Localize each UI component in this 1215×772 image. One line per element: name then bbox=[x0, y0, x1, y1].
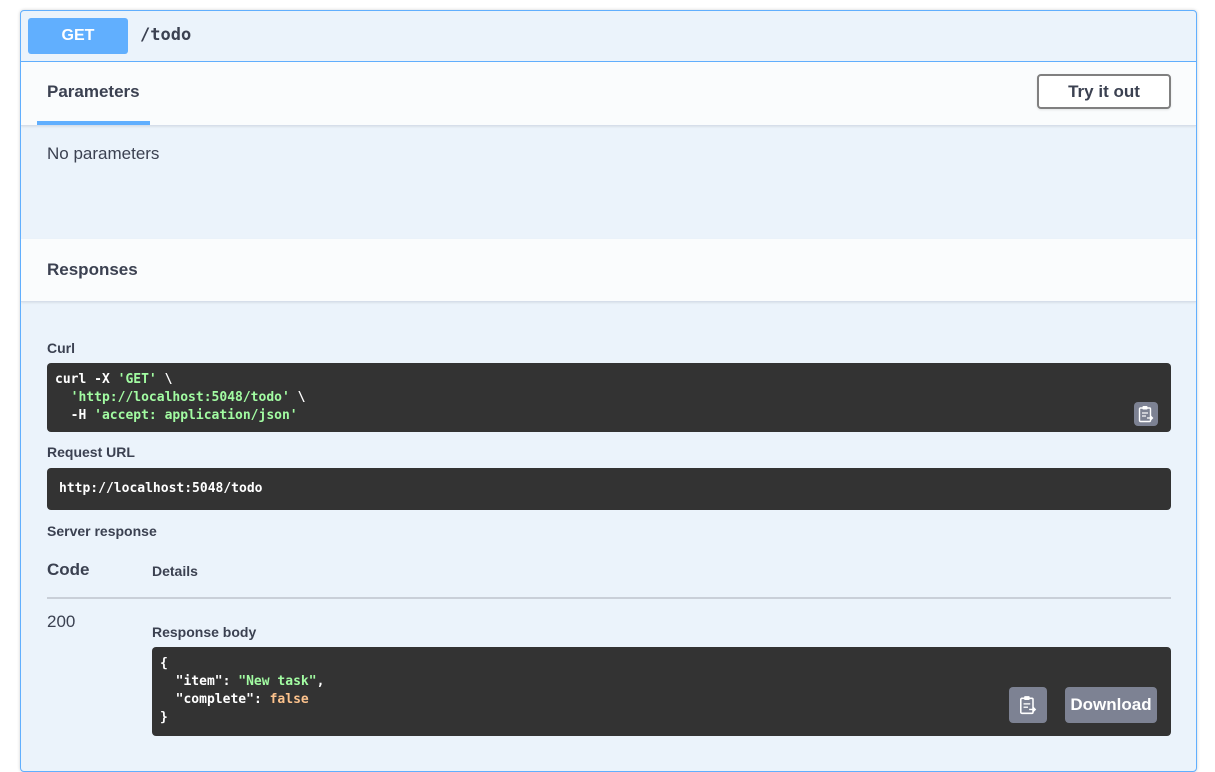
table-divider bbox=[47, 597, 1171, 599]
json-brace: { bbox=[160, 656, 168, 671]
curl-code-block: curl -X 'GET' \ 'http://localhost:5048/t… bbox=[47, 363, 1171, 432]
request-url-label: Request URL bbox=[47, 444, 135, 460]
curl-url-string: 'http://localhost:5048/todo' bbox=[70, 390, 290, 405]
responses-title: Responses bbox=[47, 260, 138, 279]
json-brace: } bbox=[160, 710, 168, 725]
try-it-out-button[interactable]: Try it out bbox=[1037, 74, 1171, 109]
operation-block: GET /todo Parameters Try it out No param… bbox=[20, 10, 1197, 772]
curl-label: Curl bbox=[47, 340, 75, 356]
column-header-details: Details bbox=[152, 563, 198, 579]
json-key: "complete" bbox=[175, 692, 254, 707]
curl-header-string: 'accept: application/json' bbox=[94, 408, 298, 423]
curl-header-flag: -H bbox=[55, 408, 95, 423]
json-boolean-value: false bbox=[269, 692, 309, 707]
copy-response-button[interactable] bbox=[1009, 687, 1047, 723]
curl-method-string: 'GET' bbox=[117, 372, 157, 387]
curl-code: curl -X 'GET' \ 'http://localhost:5048/t… bbox=[55, 371, 1163, 425]
responses-header: Responses bbox=[21, 239, 1196, 302]
server-response-label: Server response bbox=[47, 523, 157, 539]
no-parameters-text: No parameters bbox=[47, 144, 160, 163]
response-body-block: { "item": "New task", "complete": false … bbox=[152, 647, 1171, 736]
json-key: "item" bbox=[175, 674, 223, 689]
curl-line-continuation: \ bbox=[156, 372, 173, 387]
request-url-block: http://localhost:5048/todo bbox=[47, 468, 1171, 510]
request-url: http://localhost:5048/todo bbox=[59, 481, 263, 496]
curl-indent bbox=[55, 390, 71, 405]
parameters-header: Parameters Try it out bbox=[21, 62, 1196, 126]
response-body-label: Response body bbox=[152, 624, 257, 640]
download-button[interactable]: Download bbox=[1065, 687, 1157, 723]
json-string-value: "New task" bbox=[238, 674, 317, 689]
operation-summary[interactable]: GET /todo bbox=[21, 11, 1196, 62]
column-header-code: Code bbox=[47, 560, 90, 579]
curl-line-continuation: \ bbox=[289, 390, 306, 405]
response-status-code: 200 bbox=[47, 612, 76, 631]
clipboard-icon bbox=[1020, 696, 1037, 715]
copy-curl-button[interactable] bbox=[1134, 402, 1158, 426]
method-badge: GET bbox=[28, 18, 128, 54]
curl-command: curl -X bbox=[55, 372, 118, 387]
clipboard-icon bbox=[1138, 406, 1154, 423]
tab-parameters[interactable]: Parameters bbox=[37, 62, 150, 125]
endpoint-path: /todo bbox=[140, 25, 192, 45]
